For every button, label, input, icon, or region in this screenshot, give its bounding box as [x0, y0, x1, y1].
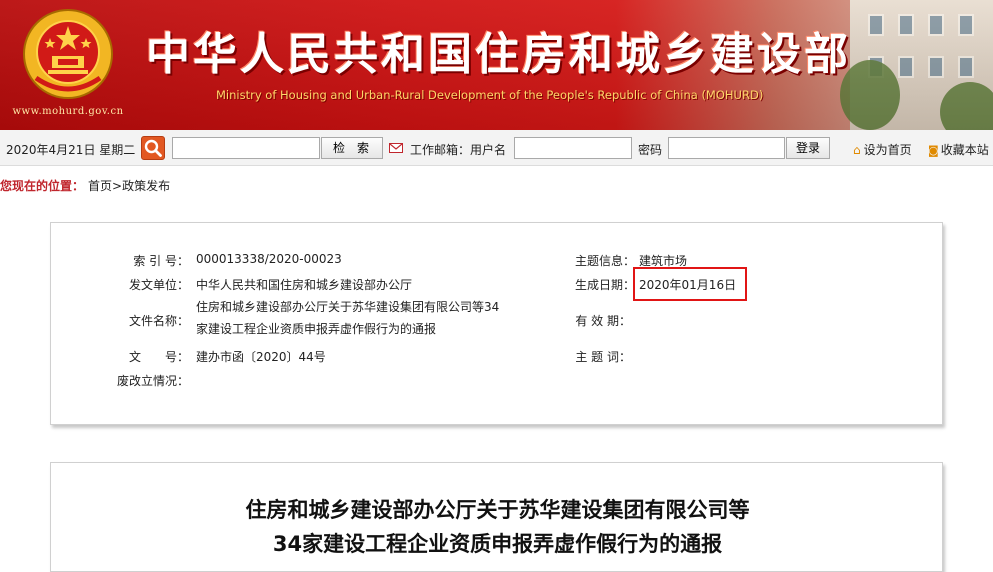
date-highlight-box	[633, 267, 747, 301]
username-input[interactable]	[514, 137, 632, 159]
breadcrumb-path[interactable]: 首页>政策发布	[88, 179, 170, 193]
keyword-label: 主 题 词：	[575, 350, 631, 364]
document-info-box: 索 引 号： 000013338/2020-00023 发文单位： 中华人民共和…	[50, 222, 943, 425]
index-value: 000013338/2020-00023	[196, 252, 342, 266]
rss-icon: ◙	[928, 144, 939, 157]
article-title-line1: 住房和城乡建设部办公厅关于苏华建设集团有限公司等	[245, 498, 750, 522]
home-icon: ⌂	[853, 143, 861, 157]
doc-number-label: 文 号：	[128, 350, 189, 364]
topic-label: 主题信息：	[574, 254, 635, 268]
mail-icon	[389, 143, 403, 153]
article-title: 住房和城乡建设部办公厅关于苏华建设集团有限公司等 34家建设工程企业资质申报弄虚…	[51, 493, 944, 561]
set-home-link[interactable]: ⌂ 设为首页	[853, 141, 912, 158]
search-input[interactable]	[172, 137, 320, 159]
top-toolbar: 2020年4月21日 星期二 检索 工作邮箱：用户名 密码 登录 ⌂ 设为首页 ◙…	[0, 130, 993, 166]
doc-name-label: 文件名称：	[128, 314, 189, 328]
national-emblem-icon	[23, 9, 113, 99]
ministry-title-en: Ministry of Housing and Urban-Rural Deve…	[216, 88, 764, 102]
ministry-title-cn: 中华人民共和国住房和城乡建设部	[146, 29, 851, 80]
current-date: 2020年4月21日 星期二	[6, 143, 136, 157]
password-label: 密码	[638, 143, 663, 157]
created-date-label: 生成日期：	[574, 278, 635, 292]
breadcrumb-label: 您现在的位置：	[0, 179, 85, 193]
password-input[interactable]	[668, 137, 785, 159]
breadcrumb: 您现在的位置： 首页>政策发布	[0, 177, 170, 194]
validity-label: 有 效 期：	[575, 314, 631, 328]
favorite-link[interactable]: ◙ 收藏本站	[928, 141, 989, 158]
issuer-value: 中华人民共和国住房和城乡建设部办公厅	[196, 278, 413, 292]
site-header-banner: www.mohurd.gov.cn 中华人民共和国住房和城乡建设部 Minist…	[0, 0, 993, 130]
mail-username-label: 工作邮箱：用户名	[410, 143, 507, 157]
issuer-label: 发文单位：	[128, 278, 189, 292]
article-title-line2: 34家建设工程企业资质申报弄虚作假行为的通报	[272, 532, 723, 556]
index-label: 索 引 号：	[133, 254, 189, 268]
search-icon[interactable]	[141, 136, 165, 160]
search-button[interactable]: 检索	[321, 137, 383, 159]
status-label: 废改立情况：	[116, 374, 189, 388]
login-button[interactable]: 登录	[786, 137, 830, 159]
doc-name-value: 住房和城乡建设部办公厅关于苏华建设集团有限公司等34家建设工程企业资质申报弄虚作…	[196, 300, 500, 336]
doc-number-value: 建办市函〔2020〕44号	[196, 350, 326, 364]
article-box: 住房和城乡建设部办公厅关于苏华建设集团有限公司等 34家建设工程企业资质申报弄虚…	[50, 462, 943, 572]
site-url: www.mohurd.gov.cn	[12, 106, 124, 117]
